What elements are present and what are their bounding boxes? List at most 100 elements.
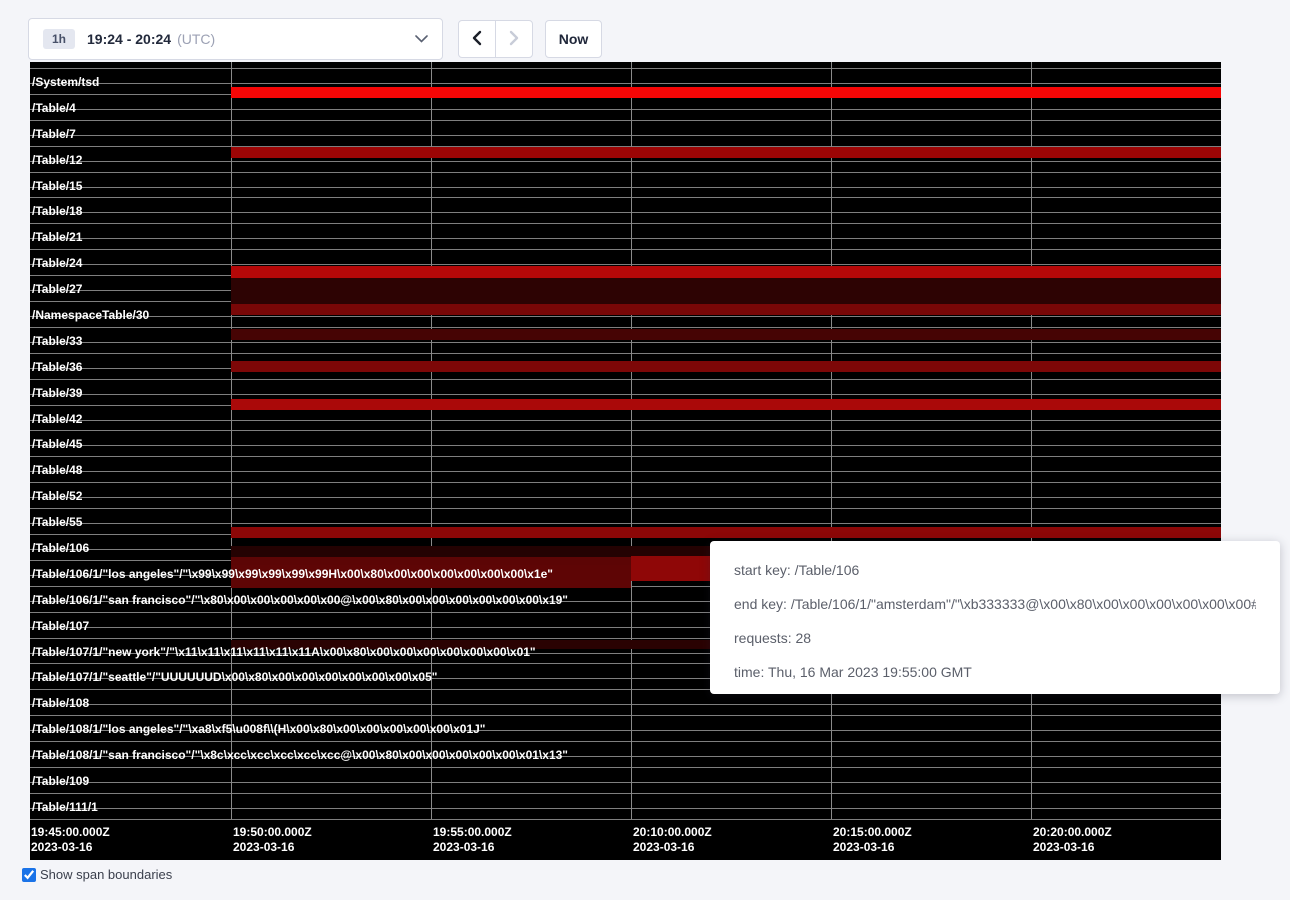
boundary-line — [30, 456, 1221, 457]
tooltip-start-key: start key: /Table/106 — [734, 560, 1256, 581]
hover-tooltip: start key: /Table/106 end key: /Table/10… — [710, 541, 1280, 694]
tooltip-requests: requests: 28 — [734, 628, 1256, 649]
boundary-line — [30, 238, 1221, 239]
span-label: /Table/27 — [32, 283, 82, 295]
span-label: /Table/15 — [32, 180, 82, 192]
duration-badge: 1h — [43, 29, 75, 49]
span-label: /Table/7 — [32, 128, 76, 140]
span-label: /Table/48 — [32, 464, 82, 476]
boundary-line — [30, 109, 1221, 110]
chevron-right-icon — [509, 30, 519, 49]
toolbar: 1h 19:24 - 20:24 (UTC) Now — [0, 0, 1290, 62]
span-label: /Table/33 — [32, 335, 82, 347]
heat-band — [231, 304, 1221, 315]
heat-band — [231, 527, 1221, 538]
boundary-line — [30, 767, 1221, 768]
span-label: /NamespaceTable/30 — [32, 309, 149, 321]
span-label: /Table/42 — [32, 413, 82, 425]
boundary-line — [30, 704, 1221, 705]
boundary-line — [30, 197, 1221, 198]
boundary-line — [30, 394, 1221, 395]
span-boundaries-checkbox[interactable] — [22, 868, 36, 882]
boundary-line — [30, 508, 1221, 509]
boundary-line — [30, 741, 1221, 742]
boundary-line — [30, 379, 1221, 380]
span-label: /Table/21 — [32, 231, 82, 243]
span-label: /Table/107/1/"seattle"/"UUUUUUD\x00\x80\… — [32, 671, 437, 683]
boundary-line — [30, 83, 1221, 84]
span-label: /Table/52 — [32, 490, 82, 502]
previous-interval-button[interactable] — [458, 20, 496, 58]
span-label: /Table/12 — [32, 154, 82, 166]
time-range-selector[interactable]: 1h 19:24 - 20:24 (UTC) — [28, 18, 443, 60]
heat-band — [231, 266, 1221, 278]
axis-tick-label: 20:10:00.000Z2023-03-16 — [633, 825, 712, 855]
boundary-line — [30, 793, 1221, 794]
time-gridline — [631, 62, 632, 819]
span-label: /Table/108/1/"los angeles"/"\xa8\xf5\u00… — [32, 723, 486, 735]
boundary-line — [30, 819, 1221, 820]
span-label: /Table/18 — [32, 205, 82, 217]
footer: Show span boundaries — [22, 867, 172, 882]
axis-tick-label: 20:15:00.000Z2023-03-16 — [833, 825, 912, 855]
span-label: /Table/108/1/"san francisco"/"\x8c\xcc\x… — [32, 749, 568, 761]
boundary-line — [30, 161, 1221, 162]
heat-band — [231, 361, 1221, 372]
timezone-label: (UTC) — [177, 31, 215, 47]
span-label: /Table/109 — [32, 775, 89, 787]
span-label: /Table/108 — [32, 697, 89, 709]
boundary-line — [30, 187, 1221, 188]
time-gridline — [431, 62, 432, 819]
boundary-line — [30, 523, 1221, 524]
span-label: /Table/106/1/"los angeles"/"\x99\x99\x99… — [32, 568, 553, 580]
axis-tick-label: 19:45:00.000Z2023-03-16 — [31, 825, 110, 855]
tooltip-time: time: Thu, 16 Mar 2023 19:55:00 GMT — [734, 662, 1256, 683]
boundary-line — [30, 212, 1221, 213]
span-label: /Table/36 — [32, 361, 82, 373]
axis-tick-label: 19:50:00.000Z2023-03-16 — [233, 825, 312, 855]
span-label: /Table/111/1 — [32, 801, 98, 813]
boundary-line — [30, 135, 1221, 136]
time-range-label: 19:24 - 20:24 — [87, 31, 171, 47]
boundary-line — [30, 68, 1221, 69]
boundary-line — [30, 249, 1221, 250]
span-boundaries-label[interactable]: Show span boundaries — [40, 867, 172, 882]
span-label: /Table/107 — [32, 620, 89, 632]
heat-band — [231, 557, 631, 565]
span-label: /Table/4 — [32, 102, 76, 114]
time-gridline — [231, 62, 232, 819]
now-button[interactable]: Now — [545, 20, 602, 58]
span-label: /Table/106/1/"san francisco"/"\x80\x00\x… — [32, 594, 568, 606]
boundary-line — [30, 342, 1221, 343]
time-nav-group — [458, 20, 533, 58]
span-label: /System/tsd — [32, 76, 99, 88]
boundary-line — [30, 327, 1221, 328]
chevron-down-icon — [415, 35, 428, 43]
key-visualizer-canvas[interactable]: /System/tsd/Table/4/Table/7/Table/12/Tab… — [30, 62, 1221, 860]
boundary-line — [30, 471, 1221, 472]
boundary-line — [30, 420, 1221, 421]
span-label: /Table/45 — [32, 438, 82, 450]
boundary-line — [30, 808, 1221, 809]
next-interval-button[interactable] — [495, 20, 533, 58]
boundary-line — [30, 430, 1221, 431]
span-label: /Table/106 — [32, 542, 89, 554]
span-label: /Table/24 — [32, 257, 82, 269]
heat-band — [231, 278, 1221, 304]
chevron-left-icon — [472, 30, 482, 49]
axis-tick-label: 20:20:00.000Z2023-03-16 — [1033, 825, 1112, 855]
boundary-line — [30, 715, 1221, 716]
heat-band — [231, 329, 1221, 340]
time-gridline — [1031, 62, 1032, 819]
boundary-line — [30, 782, 1221, 783]
axis-tick-label: 19:55:00.000Z2023-03-16 — [433, 825, 512, 855]
boundary-line — [30, 120, 1221, 121]
heat-band — [231, 147, 1221, 158]
heat-band — [231, 399, 1221, 410]
boundary-line — [30, 172, 1221, 173]
time-gridline — [831, 62, 832, 819]
boundary-line — [30, 223, 1221, 224]
boundary-line — [30, 445, 1221, 446]
tooltip-end-key: end key: /Table/106/1/"amsterdam"/"\xb33… — [734, 594, 1256, 615]
boundary-line — [30, 353, 1221, 354]
